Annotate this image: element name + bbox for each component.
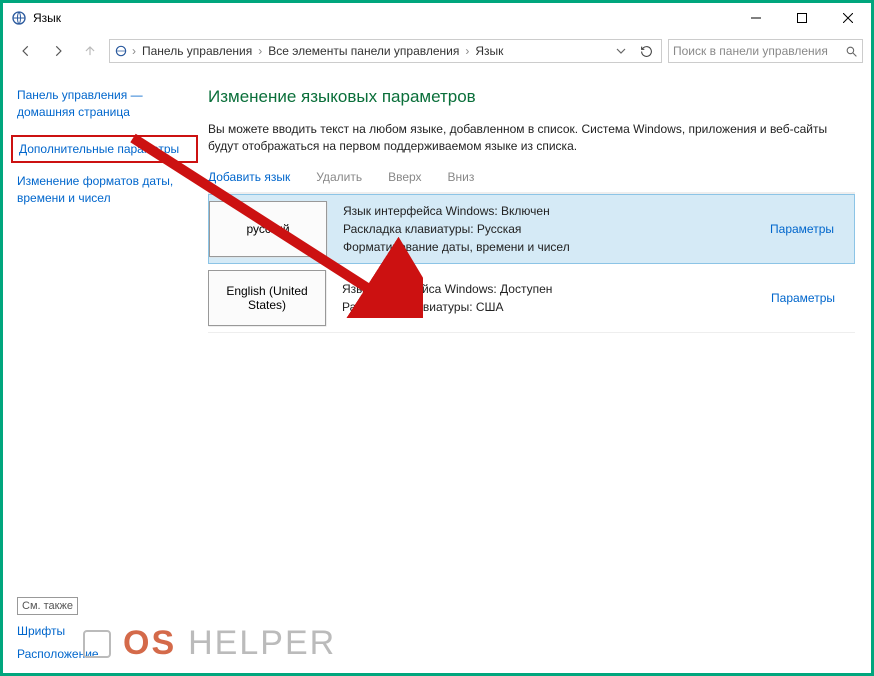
language-row[interactable]: русский Язык интерфейса Windows: ВключенР…	[208, 194, 855, 264]
language-options-link[interactable]: Параметры	[758, 222, 846, 236]
location-link[interactable]: Расположение	[17, 646, 99, 663]
app-icon	[11, 10, 27, 26]
fonts-link[interactable]: Шрифты	[17, 623, 99, 640]
up-button[interactable]	[77, 38, 103, 64]
add-language-button[interactable]: Добавить язык	[208, 170, 290, 184]
back-button[interactable]	[13, 38, 39, 64]
language-list: русский Язык интерфейса Windows: ВключенР…	[208, 193, 855, 333]
advanced-settings-highlight: Дополнительные параметры	[11, 135, 198, 164]
breadcrumb[interactable]: › Панель управления › Все элементы панел…	[109, 39, 662, 63]
forward-button[interactable]	[45, 38, 71, 64]
see-also-title: См. также	[17, 597, 78, 615]
language-info: Язык интерфейса Windows: ВключенРаскладк…	[343, 202, 758, 256]
language-button[interactable]: русский	[209, 201, 327, 257]
search-input[interactable]: Поиск в панели управления	[668, 39, 863, 63]
breadcrumb-item[interactable]: Панель управления	[140, 44, 254, 58]
see-also: См. также Шрифты Расположение	[17, 597, 99, 663]
breadcrumb-dropdown[interactable]	[611, 46, 631, 56]
refresh-button[interactable]	[635, 45, 657, 58]
close-button[interactable]	[825, 3, 871, 33]
remove-language-button[interactable]: Удалить	[316, 170, 362, 184]
main-content: Изменение языковых параметров Вы можете …	[208, 69, 871, 673]
breadcrumb-item[interactable]: Все элементы панели управления	[266, 44, 461, 58]
move-down-button[interactable]: Вниз	[448, 170, 475, 184]
toolbar: Добавить язык Удалить Вверх Вниз	[208, 166, 855, 193]
chevron-right-icon: ›	[258, 44, 262, 58]
control-panel-home-link[interactable]: Панель управления — домашняя страница	[17, 87, 198, 121]
page-title: Изменение языковых параметров	[208, 87, 855, 107]
left-nav: Панель управления — домашняя страница До…	[3, 69, 208, 673]
search-placeholder: Поиск в панели управления	[673, 44, 828, 58]
breadcrumb-item[interactable]: Язык	[473, 44, 505, 58]
language-info: Язык интерфейса Windows: ДоступенРасклад…	[342, 280, 759, 316]
chevron-right-icon: ›	[132, 44, 136, 58]
advanced-settings-link[interactable]: Дополнительные параметры	[19, 141, 190, 158]
page-description: Вы можете вводить текст на любом языке, …	[208, 121, 828, 156]
titlebar: Язык	[3, 3, 871, 33]
control-panel-icon	[114, 44, 128, 58]
chevron-right-icon: ›	[465, 44, 469, 58]
window-title: Язык	[33, 11, 733, 25]
maximize-button[interactable]	[779, 3, 825, 33]
address-bar: › Панель управления › Все элементы панел…	[3, 33, 871, 69]
language-button[interactable]: English (United States)	[208, 270, 326, 326]
minimize-button[interactable]	[733, 3, 779, 33]
language-options-link[interactable]: Параметры	[759, 291, 847, 305]
search-icon	[845, 45, 858, 58]
language-row[interactable]: English (United States) Язык интерфейса W…	[208, 264, 855, 333]
date-format-link[interactable]: Изменение форматов даты, времени и чисел	[17, 173, 198, 207]
move-up-button[interactable]: Вверх	[388, 170, 421, 184]
